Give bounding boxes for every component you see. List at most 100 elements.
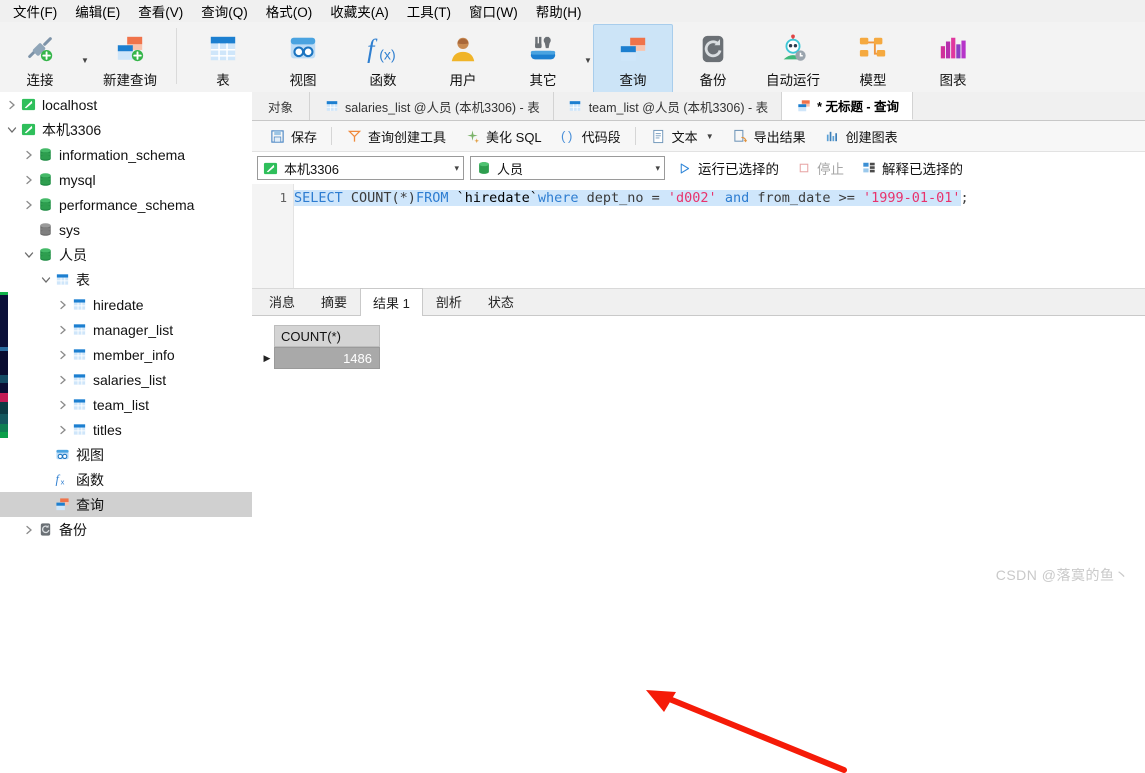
- query-toolbar-export-result[interactable]: 导出结果: [723, 124, 815, 149]
- toolbar-button-query[interactable]: 查询: [593, 24, 673, 97]
- result-tab-1[interactable]: 消息: [256, 287, 309, 315]
- export-result-icon: [732, 128, 749, 145]
- grid-header-row: COUNT(*): [260, 325, 380, 347]
- tree-node-performance_schema[interactable]: performance_schema: [0, 192, 252, 217]
- tree-node-视图[interactable]: 视图: [0, 442, 252, 467]
- table-icon: [71, 421, 88, 438]
- query-toolbar-query-builder[interactable]: 查询创建工具: [337, 124, 455, 149]
- tree-node-titles[interactable]: titles: [0, 417, 252, 442]
- chevron-right-icon[interactable]: [21, 172, 37, 188]
- tree-node-label: 备份: [59, 521, 87, 538]
- toolbar-button-backup[interactable]: 备份: [673, 24, 753, 97]
- chevron-right-icon[interactable]: [55, 422, 71, 438]
- result-tab-3[interactable]: 结果 1: [360, 288, 423, 316]
- menu-item-1[interactable]: 文件(F): [4, 0, 66, 23]
- connect-dropdown-caret-icon[interactable]: ▼: [80, 56, 90, 65]
- result-tab-2[interactable]: 摘要: [308, 287, 361, 315]
- chevron-right-icon[interactable]: [55, 322, 71, 338]
- tree-node-sys[interactable]: sys: [0, 217, 252, 242]
- tree-node-information_schema[interactable]: information_schema: [0, 142, 252, 167]
- chevron-down-icon[interactable]: [21, 247, 37, 263]
- menu-item-9[interactable]: 帮助(H): [527, 0, 591, 23]
- chevron-right-icon[interactable]: [55, 372, 71, 388]
- tree-node-hiredate[interactable]: hiredate: [0, 292, 252, 317]
- menu-item-8[interactable]: 窗口(W): [460, 0, 527, 23]
- result-tab-5[interactable]: 状态: [474, 287, 527, 315]
- toolbar-button-label: 模型: [859, 73, 887, 88]
- chevron-right-icon[interactable]: [55, 297, 71, 313]
- tree-node-member_info[interactable]: member_info: [0, 342, 252, 367]
- table-row[interactable]: ▶ 1486: [260, 347, 380, 369]
- tree-node-label: 视图: [76, 446, 104, 463]
- query-toolbar-label: 文本: [671, 129, 698, 145]
- chevron-down-icon[interactable]: [4, 122, 20, 138]
- query-toolbar-beautify-sql[interactable]: 美化 SQL: [455, 124, 551, 149]
- result-tab-4[interactable]: 剖析: [422, 287, 475, 315]
- svg-text:( ): ( ): [561, 129, 572, 144]
- chevron-right-icon[interactable]: [55, 347, 71, 363]
- toolbar-button-table[interactable]: 表: [183, 24, 263, 97]
- document-tab-1[interactable]: salaries_list @人员 (本机3306) - 表: [310, 92, 554, 120]
- chevron-down-icon[interactable]: [38, 272, 54, 288]
- result-cell-count[interactable]: 1486: [274, 347, 380, 369]
- table-icon: [71, 321, 88, 338]
- toolbar-button-plug-connect[interactable]: 连接: [0, 24, 80, 97]
- stop-button[interactable]: 停止: [790, 156, 849, 180]
- toolbar-button-user[interactable]: 用户: [423, 24, 503, 97]
- chevron-down-icon: ▾: [655, 162, 660, 173]
- tree-node-本机3306[interactable]: 本机3306: [0, 117, 252, 142]
- explain-selected-button[interactable]: 解释已选择的: [855, 156, 968, 180]
- menu-item-2[interactable]: 编辑(E): [66, 0, 129, 23]
- toolbar-button-model[interactable]: 模型: [833, 24, 913, 97]
- query-toolbar-text[interactable]: 文本 ▼: [641, 124, 723, 149]
- tree-node-team_list[interactable]: team_list: [0, 392, 252, 417]
- toolbar-button-other-tools[interactable]: 其它: [503, 24, 583, 97]
- menu-item-5[interactable]: 格式(O): [257, 0, 322, 23]
- sql-code-line[interactable]: SELECT COUNT(*)FROM `hiredate`where dept…: [294, 188, 1145, 208]
- tab-object[interactable]: 对象: [252, 92, 311, 120]
- database-select[interactable]: 人员 ▾: [470, 156, 665, 180]
- connection-select[interactable]: 本机3306 ▾: [257, 156, 464, 180]
- toolbar-button-automation-robot[interactable]: 自动运行: [753, 24, 833, 97]
- chevron-right-icon[interactable]: [4, 97, 20, 113]
- query-toolbar-save[interactable]: 保存: [260, 124, 326, 149]
- tree-node-函数[interactable]: f x 函数: [0, 467, 252, 492]
- toolbar-button-chart[interactable]: 图表: [913, 24, 993, 97]
- chevron-right-icon[interactable]: [55, 397, 71, 413]
- toolbar-button-view[interactable]: 视图: [263, 24, 343, 97]
- object-tree-sidebar[interactable]: localhost 本机3306 information_schema mysql pe…: [0, 92, 253, 559]
- tree-node-人员[interactable]: 人员: [0, 242, 252, 267]
- result-grid[interactable]: COUNT(*) ▶ 1486: [260, 325, 380, 369]
- sql-editor[interactable]: 1 SELECT COUNT(*)FROM `hiredate`where de…: [252, 184, 1145, 289]
- menu-item-7[interactable]: 工具(T): [398, 0, 460, 23]
- chevron-right-icon[interactable]: [21, 147, 37, 163]
- toolbar-button-new-query[interactable]: 新建查询: [90, 24, 170, 97]
- chevron-right-icon[interactable]: [21, 197, 37, 213]
- chevron-right-icon[interactable]: [21, 522, 37, 538]
- toolbar-button-function-fx[interactable]: f (x) 函数: [343, 24, 423, 97]
- query-toolbar-code-snippet[interactable]: ( ) 代码段: [551, 124, 630, 149]
- tree-node-备份[interactable]: 备份: [0, 517, 252, 542]
- tree-node-manager_list[interactable]: manager_list: [0, 317, 252, 342]
- text-dropdown-caret-icon[interactable]: ▼: [703, 132, 714, 141]
- run-selected-button[interactable]: 运行已选择的: [671, 156, 784, 180]
- column-header[interactable]: COUNT(*): [274, 325, 380, 347]
- tree-node-salaries_list[interactable]: salaries_list: [0, 367, 252, 392]
- document-tab-2[interactable]: team_list @人员 (本机3306) - 表: [553, 92, 783, 120]
- other-dropdown-caret-icon[interactable]: ▼: [583, 56, 593, 65]
- tree-node-mysql[interactable]: mysql: [0, 167, 252, 192]
- tree-node-label: 本机3306: [42, 121, 102, 138]
- menu-item-6[interactable]: 收藏夹(A): [321, 0, 398, 23]
- connection-value: 本机3306: [284, 161, 339, 177]
- sql-token-date: '1999-01-01': [863, 190, 961, 206]
- query-toolbar-create-chart[interactable]: 创建图表: [815, 124, 907, 149]
- connection-icon: [20, 121, 37, 138]
- tree-node-localhost[interactable]: localhost: [0, 92, 252, 117]
- menu-item-3[interactable]: 查看(V): [129, 0, 192, 23]
- table-icon: [208, 30, 238, 68]
- tree-node-表[interactable]: 表: [0, 267, 252, 292]
- document-tab-3[interactable]: * 无标题 - 查询: [782, 92, 914, 120]
- menu-item-4[interactable]: 查询(Q): [192, 0, 257, 23]
- run-selected-label: 运行已选择的: [698, 162, 779, 177]
- tree-node-查询[interactable]: 查询: [0, 492, 252, 517]
